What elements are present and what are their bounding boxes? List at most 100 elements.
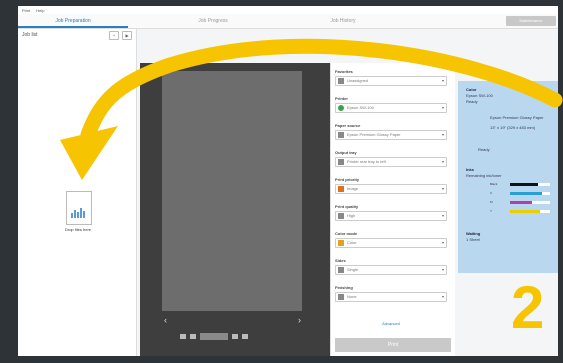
setting-value: None	[347, 294, 357, 299]
finish-icon	[338, 294, 344, 300]
waiting-value: 1 Sheet	[466, 237, 480, 242]
setting-label: Printer	[335, 96, 348, 101]
print-preview: ‹ ›	[140, 63, 330, 356]
setting-value: Image	[347, 186, 359, 191]
fit-page-icon[interactable]	[232, 334, 238, 339]
setting-select[interactable]: Epson SW-100 ▾	[335, 103, 447, 113]
maintenance-button[interactable]: Maintenance	[506, 16, 556, 26]
zoom-in-icon[interactable]	[190, 334, 196, 339]
app-window: Print Help Job Preparation Job Progress …	[18, 6, 558, 356]
chevron-down-icon: ▾	[441, 294, 444, 299]
setting-select[interactable]: Color ▾	[335, 238, 447, 248]
ink-label: Y	[490, 209, 493, 213]
inks-title: Inks	[466, 167, 475, 172]
tab-job-progress[interactable]: Job Progress	[158, 14, 268, 28]
tray-icon	[338, 159, 344, 165]
image-icon	[338, 186, 344, 192]
ink-level-track	[510, 210, 550, 213]
setting-label: Output tray	[335, 150, 357, 155]
zoom-field[interactable]	[200, 333, 228, 340]
setting-field: Sides Single ▾	[335, 258, 447, 275]
setting-label: Print priority	[335, 177, 360, 182]
print-button[interactable]: Print	[335, 338, 451, 352]
star-icon	[338, 78, 344, 84]
tab-job-preparation[interactable]: Job Preparation	[18, 14, 128, 28]
step-number: 2	[511, 274, 545, 341]
drop-files-label: Drop files here	[64, 227, 91, 232]
preview-toolbar	[180, 333, 248, 340]
setting-field: Print quality High ▾	[335, 204, 447, 221]
inks-subtitle: Remaining ink/toner	[466, 173, 502, 178]
tab-job-history[interactable]: Job History	[288, 14, 398, 28]
next-page-button[interactable]: ›	[298, 315, 301, 325]
play-button[interactable]: ▶	[122, 30, 132, 40]
setting-select[interactable]: None ▾	[335, 292, 447, 302]
menu-bar: Print Help	[18, 6, 558, 14]
setting-select[interactable]: Image ▾	[335, 184, 447, 194]
ink-level-fill	[510, 201, 532, 204]
info-status: Ready	[478, 147, 490, 152]
grid-view-icon[interactable]	[242, 334, 248, 339]
info-media: Epson Premium Glossy Paper	[490, 115, 544, 120]
setting-value: Printer rear tray to left	[347, 159, 386, 164]
setting-field: Finishing None ▾	[335, 285, 447, 302]
info-printer-status: Ready	[466, 99, 478, 104]
setting-field: Favorites Unassigned ▾	[335, 69, 447, 86]
job-list-title: Job list	[22, 32, 38, 38]
ink-label: C	[490, 191, 493, 195]
setting-value: Single	[347, 267, 359, 272]
ink-label: Black	[490, 182, 498, 186]
setting-value: Unassigned	[347, 78, 369, 83]
dot-icon	[338, 105, 344, 111]
setting-field: Printer Epson SW-100 ▾	[335, 96, 447, 113]
setting-field: Print priority Image ▾	[335, 177, 447, 194]
quality-icon	[338, 213, 344, 219]
chevron-down-icon: ▾	[441, 78, 444, 83]
menu-help[interactable]: Help	[36, 8, 44, 13]
paper-icon	[338, 132, 344, 138]
chevron-down-icon: ▾	[441, 213, 444, 218]
ink-label: M	[490, 200, 493, 204]
setting-value: Epson Premium Glossy Paper	[347, 132, 401, 137]
setting-select[interactable]: High ▾	[335, 211, 447, 221]
setting-field: Color mode Color ▾	[335, 231, 447, 248]
setting-select[interactable]: Printer rear tray to left ▾	[335, 157, 447, 167]
color-icon	[338, 240, 344, 246]
setting-label: Print quality	[335, 204, 359, 209]
ink-level-fill	[510, 192, 542, 195]
ink-level-track	[510, 183, 550, 186]
setting-label: Finishing	[335, 285, 353, 290]
preview-page	[162, 71, 302, 311]
ink-level-fill	[510, 183, 538, 186]
setting-label: Sides	[335, 258, 346, 263]
prev-page-button[interactable]: ‹	[164, 315, 167, 325]
setting-label: Color mode	[335, 231, 358, 236]
setting-value: High	[347, 213, 356, 218]
print-settings-panel: Favorites Unassigned ▾ Printer Epson SW-100 ▾…	[330, 63, 455, 356]
chevron-down-icon: ▾	[441, 267, 444, 272]
waiting-title: Waiting	[466, 231, 481, 236]
file-thumbnail-icon[interactable]	[66, 191, 92, 225]
setting-select[interactable]: Unassigned ▾	[335, 76, 447, 86]
setting-field: Paper source Epson Premium Glossy Paper ▾	[335, 123, 447, 140]
setting-label: Paper source	[335, 123, 361, 128]
setting-label: Favorites	[335, 69, 353, 74]
chevron-down-icon: ▾	[441, 240, 444, 245]
setting-value: Epson SW-100	[347, 105, 374, 110]
ink-level-track	[510, 192, 550, 195]
chevron-down-icon: ▾	[441, 132, 444, 137]
zoom-out-icon[interactable]	[180, 334, 186, 339]
sides-icon	[338, 267, 344, 273]
advanced-label[interactable]: Advanced	[335, 321, 447, 326]
add-job-button[interactable]: +	[109, 30, 119, 40]
info-heading: Color	[466, 87, 477, 92]
info-printer: Epson SW-100	[466, 93, 493, 98]
ink-level-fill	[510, 210, 540, 213]
chevron-down-icon: ▾	[441, 105, 444, 110]
setting-value: Color	[347, 240, 357, 245]
menu-print[interactable]: Print	[22, 8, 30, 13]
job-list-panel: Job list + ▶ Drop files here	[18, 29, 137, 356]
setting-select[interactable]: Single ▾	[335, 265, 447, 275]
setting-field: Output tray Printer rear tray to left ▾	[335, 150, 447, 167]
setting-select[interactable]: Epson Premium Glossy Paper ▾	[335, 130, 447, 140]
